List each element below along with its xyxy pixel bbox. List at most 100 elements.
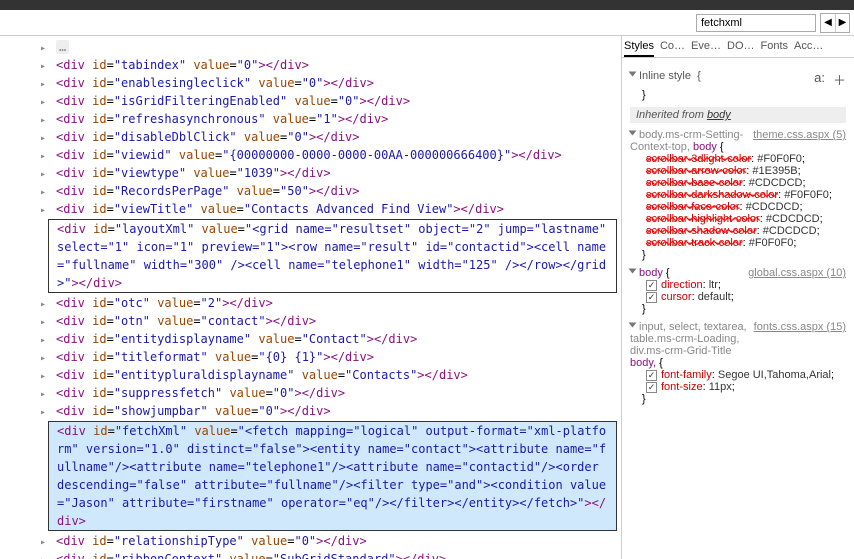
dom-node[interactable]: ▸<div id="suppressfetch" value="0"></div…	[12, 384, 621, 402]
find-bar: ◀ ▶	[0, 10, 854, 36]
brace-close: }	[630, 89, 846, 101]
brace-close: }	[630, 303, 846, 315]
color-format-button[interactable]: a:	[814, 70, 825, 89]
css-rule-header: input, select, textarea, table.ms-crm-Lo…	[630, 321, 846, 369]
dom-node[interactable]: ▸<div id="refreshasynchronous" value="1"…	[12, 110, 621, 128]
css-declaration[interactable]: scrollbar-arrow-color: #1E395B;	[630, 165, 846, 177]
css-declaration[interactable]: scrollbar-darkshadow-color: #F0F0F0;	[630, 189, 846, 201]
elements-dom-tree[interactable]: ▸…▸<div id="tabindex" value="0"></div>▸<…	[0, 36, 622, 559]
css-prop-name: font-family	[661, 369, 712, 381]
css-prop-name: scrollbar-shadow-color	[646, 225, 757, 237]
dom-node[interactable]: ▸<div id="isGridFilteringEnabled" value=…	[12, 92, 621, 110]
inherited-from-link[interactable]: body	[707, 109, 731, 121]
search-input[interactable]	[696, 14, 816, 32]
css-source-link[interactable]: theme.css.aspx (5)	[753, 129, 846, 141]
css-prop-name: scrollbar-arrow-color	[646, 165, 746, 177]
dom-node[interactable]: ▸<div id="viewtype" value="1039"></div>	[12, 164, 621, 182]
dom-node[interactable]: ▸<div id="tabindex" value="0"></div>	[12, 56, 621, 74]
dom-node[interactable]: ▸<div id="viewid" value="{00000000-0000-…	[12, 146, 621, 164]
css-prop-value: #CDCDCD	[766, 213, 820, 225]
css-prop-value: #CDCDCD	[749, 177, 803, 189]
sidebar-tab[interactable]: Styles	[624, 40, 654, 57]
truncated-ellipsis: …	[56, 40, 69, 54]
dom-node[interactable]: ▸<div id="relationshipType" value="0"></…	[12, 532, 621, 550]
collapse-icon[interactable]	[629, 72, 637, 77]
css-prop-name: scrollbar-track-color	[646, 237, 743, 249]
sidebar-tab[interactable]: Acc…	[794, 40, 823, 57]
sidebar-tab[interactable]: DO…	[727, 40, 755, 57]
checkbox-icon[interactable]: ✓	[646, 280, 657, 291]
dom-node[interactable]: ▸<div id="entitypluraldisplayname" value…	[12, 366, 621, 384]
css-prop-value: default	[698, 291, 731, 303]
css-prop-value: #1E395B	[752, 165, 797, 177]
expand-toggle-icon[interactable]: ▸	[40, 202, 50, 220]
css-selector-off: body.ms-crm-Setting-Context-top,	[630, 129, 743, 153]
css-selector: body	[639, 267, 663, 279]
expand-toggle-icon[interactable]: ▸	[40, 404, 50, 422]
search-next-button[interactable]: ▶	[835, 14, 849, 32]
dom-node[interactable]: ▸<div id="showjumpbar" value="0"></div>	[12, 402, 621, 420]
collapse-icon[interactable]	[629, 323, 637, 328]
css-prop-value: ltr	[709, 279, 718, 291]
inline-style-header: Inline style { a: ＋	[630, 70, 846, 89]
dom-node[interactable]: ▸<div id="viewTitle" value="Contacts Adv…	[12, 200, 621, 218]
css-declaration[interactable]: scrollbar-base-color: #CDCDCD;	[630, 177, 846, 189]
brace-close: }	[630, 393, 846, 405]
css-prop-name: scrollbar-base-color	[646, 177, 743, 189]
css-prop-value: #CDCDCD	[746, 201, 800, 213]
css-prop-value: 11px	[709, 381, 732, 393]
checkbox-icon[interactable]: ✓	[646, 370, 657, 381]
dom-node[interactable]: ▸<div id="ribbonContext" value="SubGridS…	[12, 550, 621, 559]
css-selector: body,	[630, 357, 656, 369]
dom-node-fetchxml-selected[interactable]: <div id="fetchXml" value="<fetch mapping…	[48, 421, 617, 531]
window-titlebar	[0, 0, 854, 10]
css-prop-name: scrollbar-darkshadow-color	[646, 189, 778, 201]
sidebar-tabs: Styles Co… Eve… DO… Fonts Acc…	[622, 36, 854, 58]
checkbox-icon[interactable]: ✓	[646, 292, 657, 303]
collapse-icon[interactable]	[629, 269, 637, 274]
css-source-link[interactable]: global.css.aspx (10)	[748, 267, 846, 279]
css-declaration[interactable]: ✓font-family: Segoe UI,Tahoma,Arial;	[630, 369, 846, 381]
add-rule-button[interactable]: ＋	[833, 70, 846, 89]
dom-node[interactable]: ▸…	[12, 38, 621, 56]
css-prop-name: scrollbar-highlight-color	[646, 213, 760, 225]
collapse-icon[interactable]	[629, 131, 637, 136]
dom-node-layoutxml[interactable]: <div id="layoutXml" value="<grid name="r…	[48, 219, 617, 293]
dom-node[interactable]: ▸<div id="titleformat" value="{0} {1}"><…	[12, 348, 621, 366]
checkbox-icon[interactable]: ✓	[646, 382, 657, 393]
css-declaration[interactable]: ✓font-size: 11px;	[630, 381, 846, 393]
css-declaration[interactable]: scrollbar-face-color: #CDCDCD;	[630, 201, 846, 213]
css-declaration[interactable]: ✓cursor: default;	[630, 291, 846, 303]
css-declaration[interactable]: ✓direction: ltr;	[630, 279, 846, 291]
styles-sidebar: Styles Co… Eve… DO… Fonts Acc… Inline style {…	[622, 36, 854, 559]
css-prop-value: Segoe UI,Tahoma,Arial	[718, 369, 831, 381]
sidebar-tab[interactable]: Eve…	[691, 40, 721, 57]
brace-close: }	[630, 249, 846, 261]
dom-node[interactable]: ▸<div id="entitydisplayname" value="Cont…	[12, 330, 621, 348]
inherited-separator: Inherited from body	[630, 107, 846, 123]
css-declaration[interactable]: scrollbar-highlight-color: #CDCDCD;	[630, 213, 846, 225]
css-selector: body	[693, 141, 717, 153]
css-declaration[interactable]: scrollbar-track-color: #F0F0F0;	[630, 237, 846, 249]
css-declaration[interactable]: scrollbar-shadow-color: #CDCDCD;	[630, 225, 846, 237]
inline-style-label: Inline style	[639, 70, 691, 82]
css-declaration[interactable]: scrollbar-3dlight-color: #F0F0F0;	[630, 153, 846, 165]
css-prop-name: scrollbar-face-color	[646, 201, 740, 213]
search-prev-button[interactable]: ◀	[821, 14, 835, 32]
dom-node[interactable]: ▸<div id="RecordsPerPage" value="50"></d…	[12, 182, 621, 200]
dom-node[interactable]: ▸<div id="disableDblClick" value="0"></d…	[12, 128, 621, 146]
dom-node[interactable]: ▸<div id="otc" value="2"></div>	[12, 294, 621, 312]
css-source-link[interactable]: fonts.css.aspx (15)	[754, 321, 846, 333]
css-prop-name: font-size	[661, 381, 703, 393]
dom-node[interactable]: ▸<div id="otn" value="contact"></div>	[12, 312, 621, 330]
sidebar-tab[interactable]: Fonts	[761, 40, 789, 57]
css-prop-value: #F0F0F0	[749, 237, 794, 249]
css-prop-value: #F0F0F0	[784, 189, 829, 201]
css-prop-value: #CDCDCD	[763, 225, 817, 237]
dom-node[interactable]: ▸<div id="enablesingleclick" value="0"><…	[12, 74, 621, 92]
css-prop-value: #F0F0F0	[757, 153, 802, 165]
css-prop-name: direction	[661, 279, 703, 291]
expand-toggle-icon[interactable]: ▸	[40, 552, 50, 559]
sidebar-tab[interactable]: Co…	[660, 40, 685, 57]
css-prop-name: cursor	[661, 291, 692, 303]
